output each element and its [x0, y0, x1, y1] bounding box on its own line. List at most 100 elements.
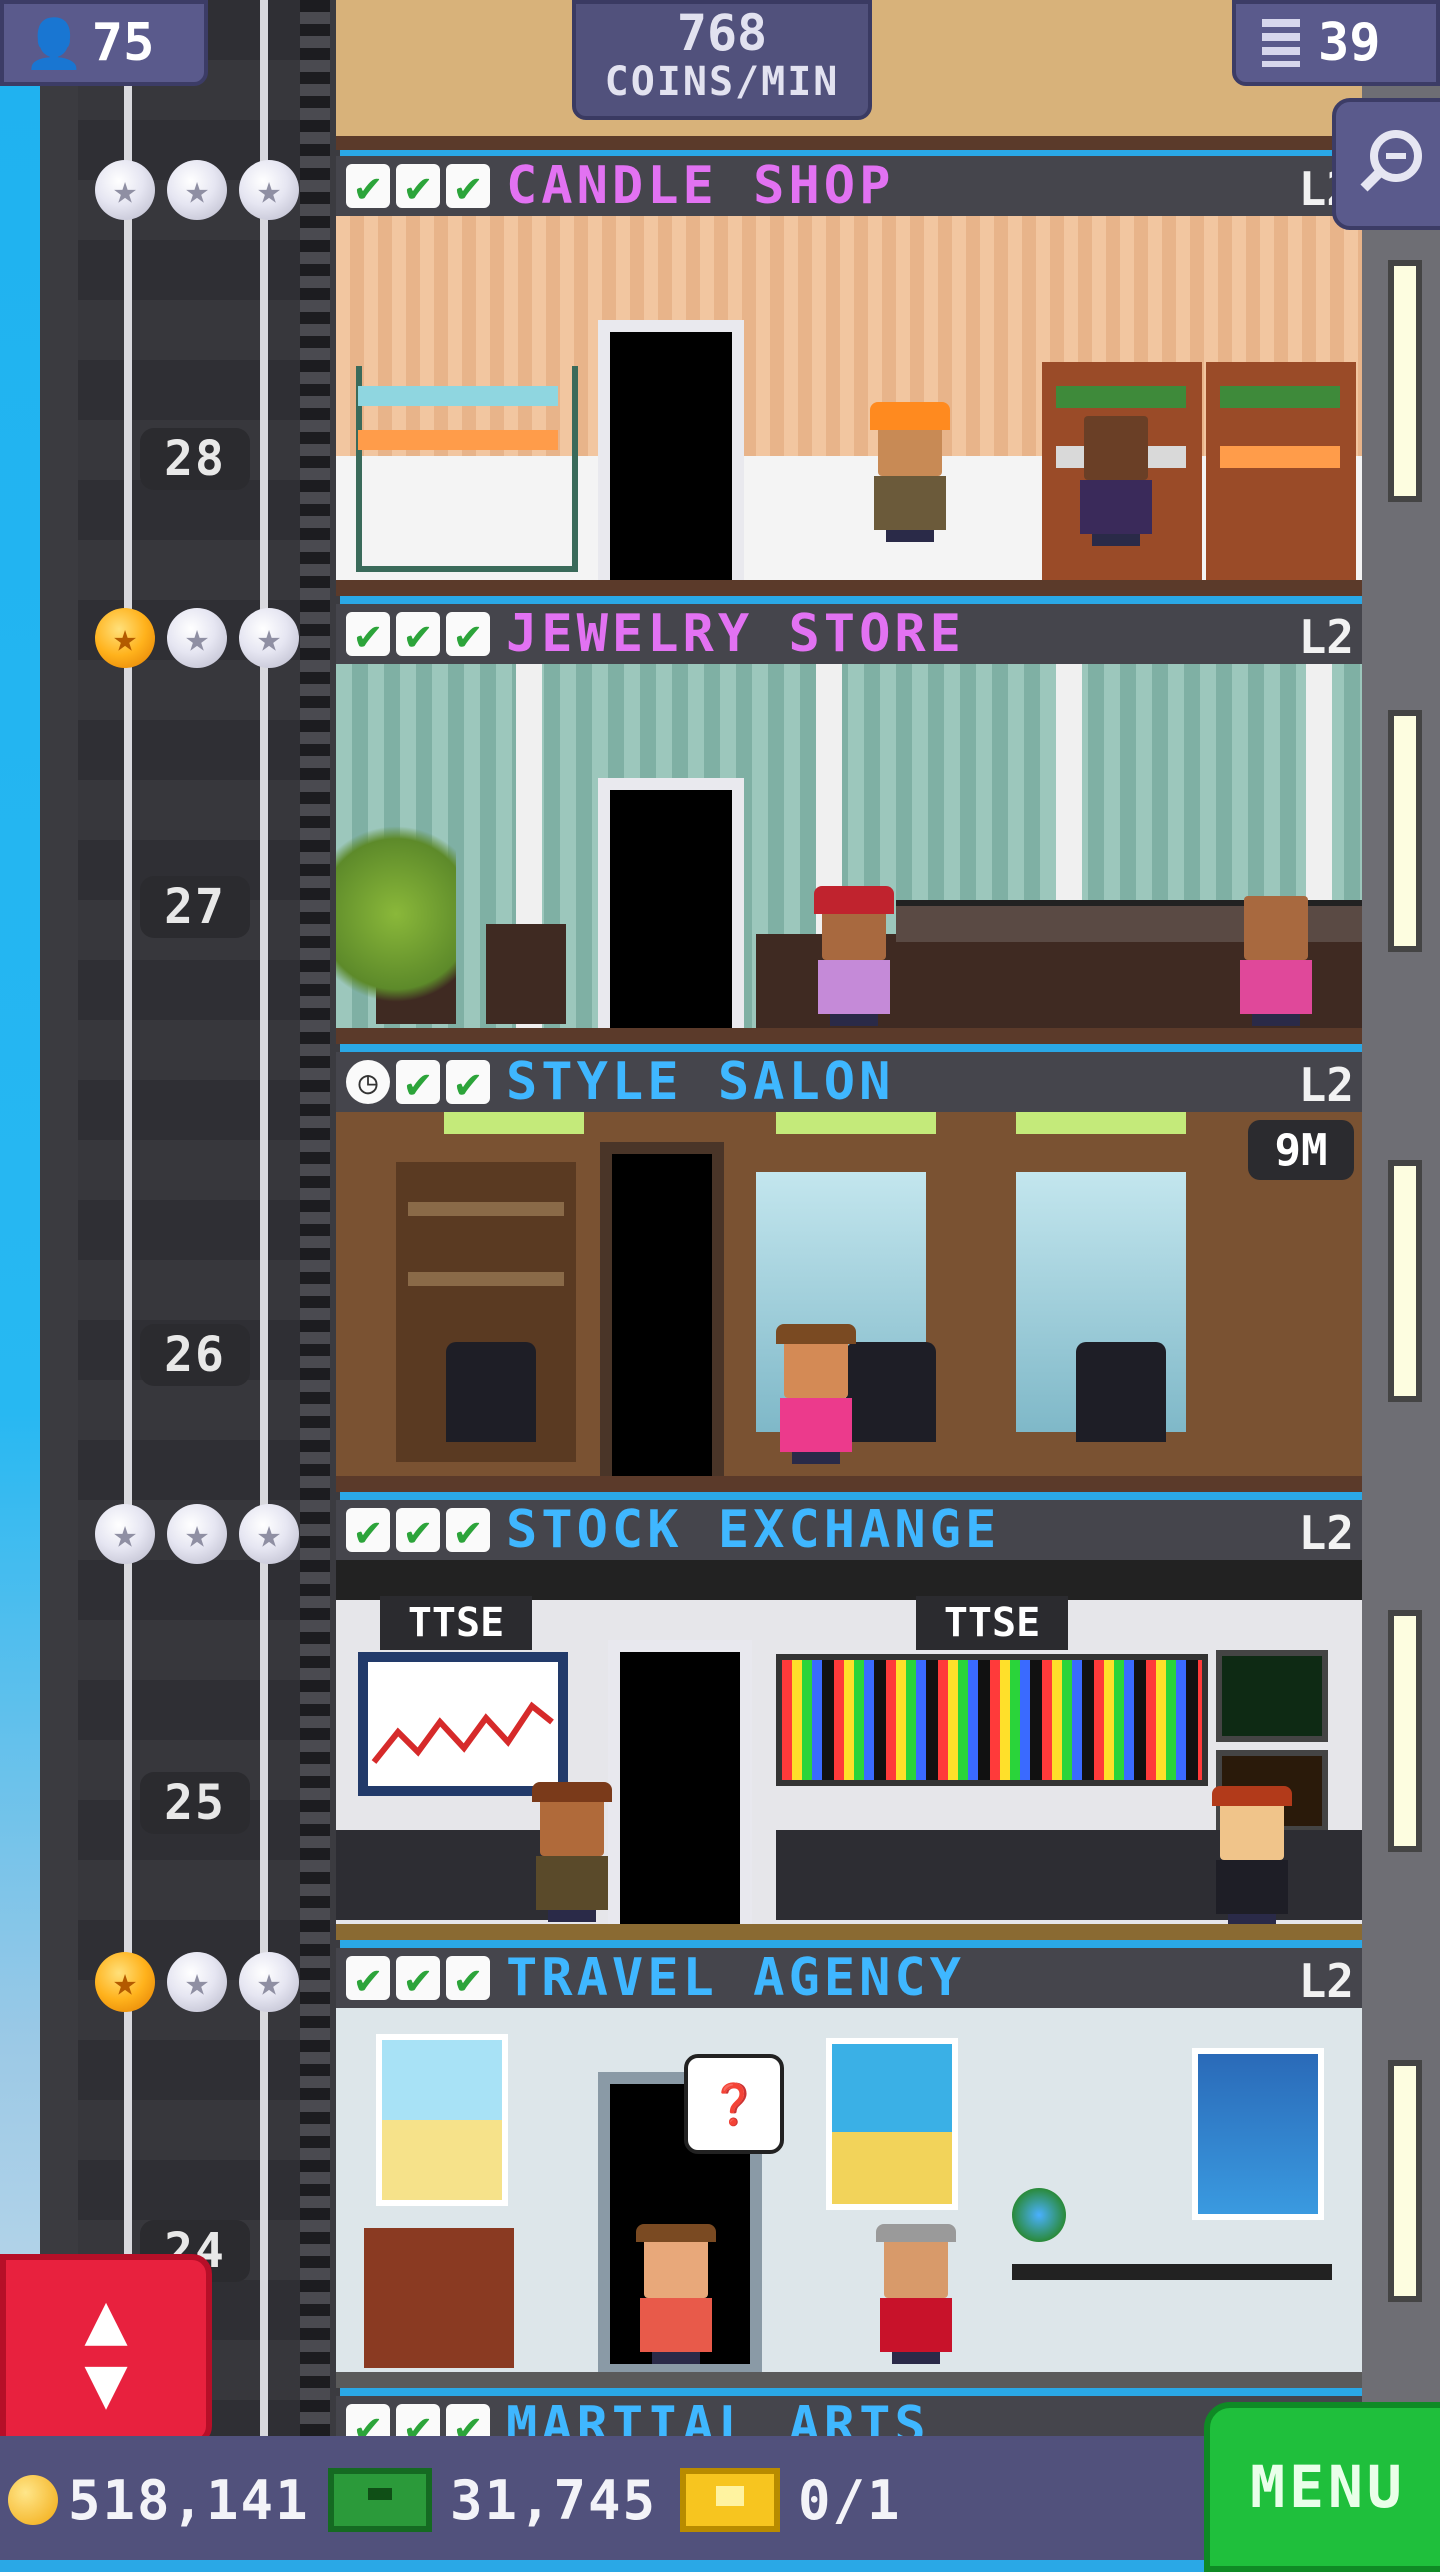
room-door [598, 320, 744, 592]
person-icon: 👤 [24, 15, 84, 72]
floor-level: L2 [1298, 1506, 1354, 1560]
population-value: 75 [91, 13, 155, 73]
timer-badge: 9M [1248, 1120, 1354, 1180]
floor-room [336, 216, 1362, 596]
floor-header: ✔ ✔ ✔ CANDLE SHOP L2 [336, 156, 1362, 216]
floors-value: 39 [1318, 13, 1381, 73]
check-icon: ✔ [446, 162, 490, 211]
check-icon: ✔ [396, 1954, 440, 2003]
worker-character [876, 2224, 956, 2364]
floors-counter[interactable]: 39 [1232, 0, 1440, 86]
floor-number-label: 28 [140, 428, 250, 490]
customer-character [776, 1324, 856, 1464]
bux-value: 31,745 [450, 2468, 658, 2532]
floor-header: ✔ ✔ ✔ TRAVEL AGENCY L2 [336, 1948, 1362, 2008]
floor-name: STYLE SALON [506, 1052, 895, 1112]
floor-stars: ★ ★ ★ [95, 1952, 299, 2012]
customer-character [814, 886, 894, 1026]
window [1388, 2060, 1422, 2302]
floor-room [336, 664, 1362, 1044]
window [1388, 1610, 1422, 1852]
star-icon: ★ [239, 1504, 299, 1564]
coins-per-min-panel: 768 COINS/MIN [572, 0, 872, 120]
zoom-icon [1360, 130, 1422, 192]
tickets-display[interactable]: 0/1 [680, 2452, 902, 2548]
bux-display[interactable]: 31,745 [328, 2452, 657, 2548]
elevator-cable-left [124, 0, 132, 2560]
clock-icon: ◷ [346, 1060, 390, 1104]
window [1388, 1160, 1422, 1402]
elevator-button[interactable]: ▲ ▼ [0, 2254, 212, 2446]
ticker-board [776, 1654, 1208, 1786]
star-icon: ★ [239, 608, 299, 668]
stock-chart-screen [358, 1652, 568, 1796]
floor-number-label: 25 [140, 1772, 250, 1834]
ticker-screen [1216, 1650, 1328, 1742]
room-door [598, 778, 744, 1044]
window [1388, 260, 1422, 502]
check-icon: ✔ [346, 1954, 390, 2003]
travel-poster [376, 2034, 508, 2206]
menu-button[interactable]: MENU [1204, 2402, 1440, 2572]
floor-number-label: 27 [140, 876, 250, 938]
tickets-value: 0/1 [798, 2468, 902, 2532]
check-icon: ✔ [346, 610, 390, 659]
floor-name: STOCK EXCHANGE [506, 1500, 1001, 1560]
floor-jewelry-store[interactable]: ✔ ✔ ✔ JEWELRY STORE L2 [336, 604, 1362, 1050]
floor-name: CANDLE SHOP [506, 156, 895, 216]
floor-level: L2 [1298, 1058, 1354, 1112]
worker-character [870, 402, 950, 542]
bux-icon [328, 2468, 432, 2532]
check-icon: ✔ [446, 1058, 490, 1107]
check-icon: ✔ [446, 610, 490, 659]
floor-travel-agency[interactable]: ✔ ✔ ✔ TRAVEL AGENCY L2 ❓ [336, 1948, 1362, 2394]
coins-value: 518,141 [68, 2468, 310, 2532]
customer-character [636, 2224, 716, 2364]
ttse-sign: TTSE [380, 1596, 532, 1650]
star-icon: ★ [95, 608, 155, 668]
check-icon: ✔ [446, 1506, 490, 1555]
room-door [608, 1640, 752, 1940]
floor-header: ✔ ✔ ✔ JEWELRY STORE L2 [336, 604, 1362, 664]
check-icon: ✔ [396, 1058, 440, 1107]
floor-room: 9M [336, 1112, 1362, 1492]
coins-display[interactable]: 518,141 [8, 2452, 310, 2548]
star-icon: ★ [95, 160, 155, 220]
star-icon: ★ [167, 1952, 227, 2012]
zoom-button[interactable] [1332, 98, 1440, 230]
star-icon: ★ [95, 1952, 155, 2012]
worker-character [1076, 416, 1156, 546]
star-icon: ★ [167, 160, 227, 220]
floor-candle-shop[interactable]: ✔ ✔ ✔ CANDLE SHOP L2 [336, 156, 1362, 602]
stock-graph [371, 1701, 554, 1764]
trader-character [532, 1782, 612, 1922]
check-icon: ✔ [396, 610, 440, 659]
floor-name: TRAVEL AGENCY [506, 1948, 965, 2008]
coin-icon [8, 2475, 58, 2525]
population-counter[interactable]: 👤 75 [0, 0, 208, 86]
floor-stock-exchange[interactable]: ✔ ✔ ✔ STOCK EXCHANGE L2 TTSE TTSE [336, 1500, 1362, 1946]
check-icon: ✔ [396, 162, 440, 211]
travel-poster [826, 2038, 958, 2210]
window [1388, 710, 1422, 952]
ticket-icon [680, 2468, 780, 2532]
star-icon: ★ [239, 1952, 299, 2012]
floor-stars: ★ ★ ★ [95, 160, 299, 220]
elevator-shaft [78, 0, 308, 2560]
coins-per-min-label: COINS/MIN [604, 59, 840, 105]
trader-character [1212, 1786, 1292, 1926]
ttse-sign: TTSE [916, 1596, 1068, 1650]
check-icon: ✔ [396, 1506, 440, 1555]
star-icon: ★ [95, 1504, 155, 1564]
travel-poster [1192, 2048, 1324, 2220]
thought-bubble: ❓ [684, 2054, 784, 2154]
check-icon: ✔ [446, 1954, 490, 2003]
floor-style-salon[interactable]: ◷ ✔ ✔ STYLE SALON L2 9M [336, 1052, 1362, 1498]
floor-header: ◷ ✔ ✔ STYLE SALON L2 [336, 1052, 1362, 1112]
floor-room: TTSE TTSE [336, 1560, 1362, 1940]
floor-room: ❓ [336, 2008, 1362, 2388]
star-icon: ★ [167, 1504, 227, 1564]
floor-stars: ★ ★ ★ [95, 1504, 299, 1564]
check-icon: ✔ [346, 1506, 390, 1555]
elevator-cable-right [260, 0, 268, 2560]
